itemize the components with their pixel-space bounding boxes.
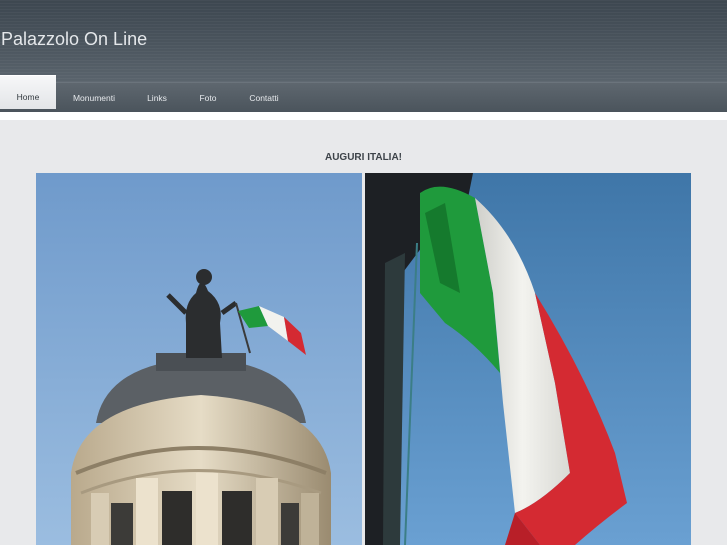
nav-item-contatti[interactable]: Contatti — [234, 83, 294, 112]
site-header: Palazzolo On Line — [0, 0, 727, 82]
nav-item-monumenti[interactable]: Monumenti — [56, 83, 132, 112]
nav-list: Home Monumenti Links Foto Contatti — [0, 75, 727, 112]
main-nav: Home Monumenti Links Foto Contatti — [0, 75, 727, 112]
page-headline: AUGURI ITALIA! — [324, 152, 403, 163]
site-title[interactable]: Palazzolo On Line — [1, 29, 147, 50]
main-content: AUGURI ITALIA! — [0, 120, 727, 545]
nav-item-links[interactable]: Links — [132, 83, 182, 112]
photo-italian-flag — [365, 173, 691, 545]
nav-item-foto[interactable]: Foto — [182, 83, 234, 112]
nav-divider — [0, 112, 727, 120]
photo-dome-statue — [36, 173, 362, 545]
nav-item-home[interactable]: Home — [0, 75, 56, 109]
